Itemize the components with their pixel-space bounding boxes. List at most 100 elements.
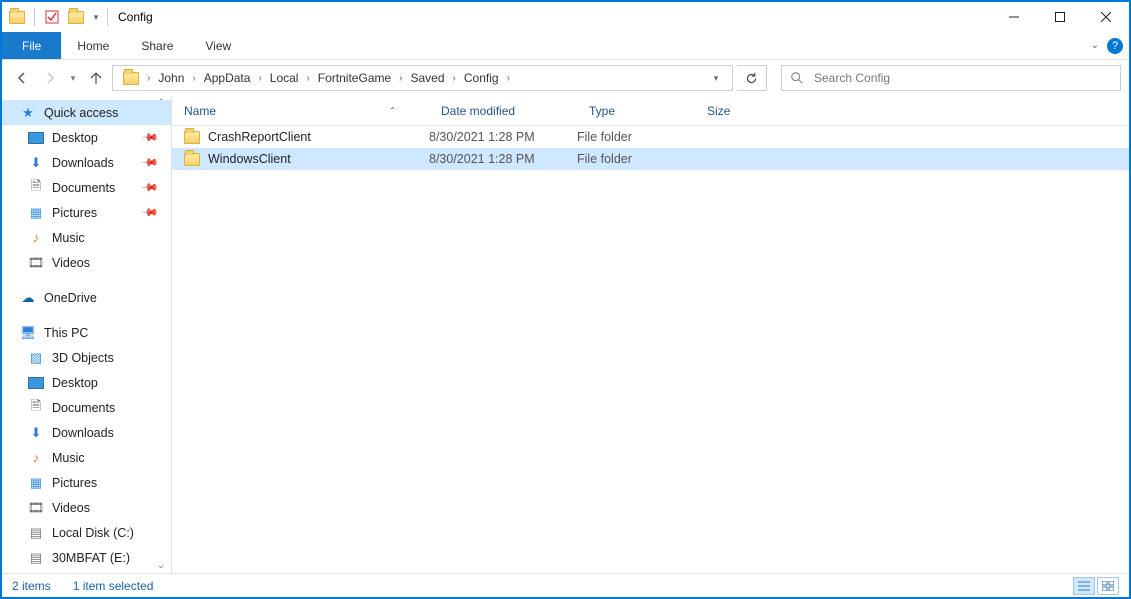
- column-type[interactable]: Type: [577, 96, 695, 125]
- videos-icon: 🎞: [28, 255, 44, 271]
- close-button[interactable]: [1083, 2, 1129, 32]
- chevron-right-icon[interactable]: ›: [145, 73, 152, 84]
- recent-locations-button[interactable]: ▾: [66, 66, 80, 90]
- address-dropdown-button[interactable]: ▾: [704, 73, 728, 84]
- tab-share[interactable]: Share: [125, 32, 189, 59]
- breadcrumb-item[interactable]: Config: [458, 66, 505, 90]
- sidebar-item-label: Videos: [52, 256, 90, 270]
- column-size[interactable]: Size: [695, 96, 769, 125]
- help-icon[interactable]: ?: [1107, 38, 1123, 54]
- quick-access[interactable]: ★ Quick access: [2, 100, 171, 125]
- large-icons-view-button[interactable]: [1097, 577, 1119, 595]
- onedrive[interactable]: ☁ OneDrive: [2, 285, 171, 310]
- drive-icon: ▤: [28, 550, 44, 566]
- new-folder-icon[interactable]: [65, 6, 87, 28]
- folder-icon[interactable]: [6, 6, 28, 28]
- table-row[interactable]: CrashReportClient 8/30/2021 1:28 PM File…: [172, 126, 1129, 148]
- chevron-right-icon[interactable]: ›: [505, 73, 512, 84]
- chevron-right-icon[interactable]: ›: [397, 73, 404, 84]
- tab-home[interactable]: Home: [61, 32, 125, 59]
- sidebar-item-drive[interactable]: ▤ 30MBFAT (E:): [2, 545, 171, 570]
- sidebar-item-label: Pictures: [52, 476, 97, 490]
- sidebar-item-pictures[interactable]: ▦ Pictures 📌: [2, 200, 171, 225]
- desktop-icon: [28, 132, 44, 144]
- sidebar-item-label: 3D Objects: [52, 351, 114, 365]
- sidebar-item-desktop[interactable]: Desktop 📌: [2, 125, 171, 150]
- sidebar-item-videos[interactable]: 🎞 Videos: [2, 495, 171, 520]
- quick-access-toolbar: ▾: [6, 6, 103, 28]
- downloads-icon: ⬇: [28, 155, 44, 171]
- column-date-modified[interactable]: Date modified: [429, 96, 577, 125]
- maximize-button[interactable]: [1037, 2, 1083, 32]
- breadcrumb-item[interactable]: John: [152, 66, 190, 90]
- chevron-right-icon[interactable]: ›: [451, 73, 458, 84]
- sidebar-item-downloads[interactable]: ⬇ Downloads 📌: [2, 150, 171, 175]
- this-pc[interactable]: 🖥 This PC: [2, 320, 171, 345]
- sidebar-item-label: Pictures: [52, 206, 97, 220]
- column-label: Name: [184, 104, 216, 118]
- pin-icon: 📌: [141, 128, 160, 147]
- ribbon-expand-icon[interactable]: ⌄: [1091, 40, 1099, 51]
- file-name: CrashReportClient: [208, 130, 311, 144]
- file-type: File folder: [577, 130, 695, 144]
- chevron-right-icon[interactable]: ›: [190, 73, 197, 84]
- sidebar-item-label: 30MBFAT (E:): [52, 551, 130, 565]
- file-tab[interactable]: File: [2, 32, 61, 59]
- pictures-icon: ▦: [28, 475, 44, 491]
- sidebar-item-local-disk[interactable]: ▤ Local Disk (C:): [2, 520, 171, 545]
- forward-button[interactable]: [38, 66, 62, 90]
- pin-icon: 📌: [141, 153, 160, 172]
- sidebar-item-3d-objects[interactable]: ▨ 3D Objects: [2, 345, 171, 370]
- status-selection: 1 item selected: [73, 579, 154, 593]
- file-list[interactable]: CrashReportClient 8/30/2021 1:28 PM File…: [172, 126, 1129, 573]
- cube-icon: ▨: [28, 350, 44, 366]
- pin-icon: 📌: [141, 203, 160, 222]
- sidebar-item-downloads[interactable]: ⬇ Downloads: [2, 420, 171, 445]
- search-box[interactable]: Search Config: [781, 65, 1121, 91]
- details-view-button[interactable]: [1073, 577, 1095, 595]
- sidebar-item-pictures[interactable]: ▦ Pictures: [2, 470, 171, 495]
- sidebar-item-desktop[interactable]: Desktop: [2, 370, 171, 395]
- sidebar-item-label: Music: [52, 451, 85, 465]
- videos-icon: 🎞: [28, 500, 44, 516]
- up-button[interactable]: [84, 66, 108, 90]
- chevron-right-icon[interactable]: ›: [304, 73, 311, 84]
- folder-icon: [184, 131, 200, 144]
- table-row[interactable]: WindowsClient 8/30/2021 1:28 PM File fol…: [172, 148, 1129, 170]
- desktop-icon: [28, 377, 44, 389]
- breadcrumb-root-icon[interactable]: [117, 66, 145, 90]
- column-name[interactable]: Name ⌃: [172, 96, 429, 125]
- sidebar-item-label: Videos: [52, 501, 90, 515]
- sidebar-item-music[interactable]: ♪ Music: [2, 445, 171, 470]
- back-button[interactable]: [10, 66, 34, 90]
- downloads-icon: ⬇: [28, 425, 44, 441]
- breadcrumb-item[interactable]: FortniteGame: [312, 66, 397, 90]
- star-icon: ★: [20, 105, 36, 121]
- navigation-pane[interactable]: ⌃⌄ ★ Quick access Desktop 📌 ⬇ Downloads …: [2, 96, 172, 573]
- tab-view[interactable]: View: [189, 32, 247, 59]
- drive-icon: ▤: [28, 525, 44, 541]
- sidebar-item-documents[interactable]: 🗎 Documents: [2, 395, 171, 420]
- sidebar-item-label: Local Disk (C:): [52, 526, 134, 540]
- sidebar-item-label: Documents: [52, 401, 115, 415]
- refresh-button[interactable]: [737, 65, 767, 91]
- file-name: WindowsClient: [208, 152, 291, 166]
- breadcrumb-item[interactable]: Saved: [405, 66, 451, 90]
- sidebar-item-label: Documents: [52, 181, 115, 195]
- sidebar-item-label: Downloads: [52, 426, 114, 440]
- breadcrumb-item[interactable]: AppData: [198, 66, 257, 90]
- sidebar-item-videos[interactable]: 🎞 Videos: [2, 250, 171, 275]
- qat-dropdown-icon[interactable]: ▾: [89, 6, 103, 28]
- sidebar-item-documents[interactable]: 🗎 Documents 📌: [2, 175, 171, 200]
- address-bar[interactable]: › John › AppData › Local › FortniteGame …: [112, 65, 733, 91]
- minimize-button[interactable]: [991, 2, 1037, 32]
- pictures-icon: ▦: [28, 205, 44, 221]
- chevron-right-icon[interactable]: ›: [256, 73, 263, 84]
- breadcrumb-item[interactable]: Local: [264, 66, 305, 90]
- sidebar-item-label: This PC: [44, 326, 88, 340]
- window-title: Config: [118, 10, 153, 24]
- properties-icon[interactable]: [41, 6, 63, 28]
- sidebar-item-label: Music: [52, 231, 85, 245]
- sidebar-item-music[interactable]: ♪ Music: [2, 225, 171, 250]
- sidebar-item-label: OneDrive: [44, 291, 97, 305]
